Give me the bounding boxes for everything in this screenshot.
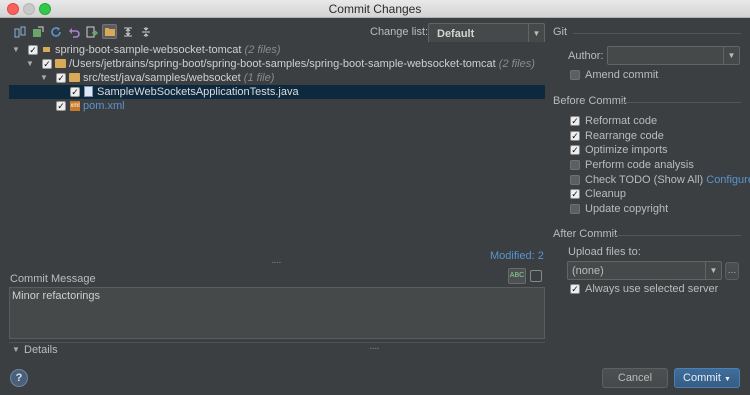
commit-button-label: Commit <box>683 372 721 384</box>
tree-row-module[interactable]: ▼ ✓ spring-boot-sample-websocket-tomcat … <box>9 43 545 57</box>
minimize-window-button[interactable] <box>23 3 35 15</box>
changes-tree[interactable]: ▼ ✓ spring-boot-sample-websocket-tomcat … <box>9 42 545 246</box>
tree-row-file[interactable]: ✓ xml pom.xml <box>9 99 545 113</box>
tree-row-file-selected[interactable]: ✓ SampleWebSocketsApplicationTests.java <box>9 85 545 99</box>
file-name: pom.xml <box>83 100 125 112</box>
changelist-label: Change list: <box>370 26 429 38</box>
details-panel[interactable]: ▼ Details ⠒⠒ <box>9 342 545 356</box>
tree-checkbox[interactable]: ✓ <box>42 59 52 69</box>
checkbox-box[interactable] <box>570 70 580 80</box>
section-divider <box>613 235 741 236</box>
expand-arrow-icon[interactable]: ▼ <box>12 345 20 354</box>
chevron-down-icon: ▼ <box>528 24 544 42</box>
expand-arrow-icon[interactable]: ▼ <box>26 57 34 71</box>
option-label: Cleanup <box>585 188 626 200</box>
tree-checkbox[interactable]: ✓ <box>70 87 80 97</box>
checkbox-box[interactable]: ✓ <box>570 131 580 141</box>
checkbox-box[interactable]: ✓ <box>570 145 580 155</box>
title-bar: Commit Changes <box>0 0 750 18</box>
diff-icon[interactable] <box>12 24 27 39</box>
changelist-select[interactable]: Default ▼ <box>428 23 545 43</box>
expand-all-icon[interactable] <box>120 24 135 39</box>
author-select[interactable]: ▼ <box>607 46 740 65</box>
close-window-button[interactable] <box>7 3 19 15</box>
folder-icon <box>69 73 80 82</box>
folder-icon <box>55 59 66 68</box>
option-label: Check TODO (Show All) <box>585 174 704 186</box>
section-divider <box>620 102 741 103</box>
option-label: Perform code analysis <box>585 159 694 171</box>
option-label: Reformat code <box>585 115 658 127</box>
java-file-icon <box>84 86 93 97</box>
checkbox-box[interactable]: ✓ <box>570 284 580 294</box>
chevron-down-icon: ▼ <box>705 262 721 279</box>
commit-message-label: Commit Message <box>10 273 96 285</box>
commit-button[interactable]: Commit ▼ <box>674 368 740 388</box>
file-name: SampleWebSocketsApplicationTests.java <box>97 86 299 98</box>
tree-checkbox[interactable]: ✓ <box>56 73 66 83</box>
tree-row-directory[interactable]: ▼ ✓ /Users/jetbrains/spring-boot/spring-… <box>9 57 545 71</box>
cancel-button[interactable]: Cancel <box>602 368 668 388</box>
directory-path: /Users/jetbrains/spring-boot/spring-boot… <box>69 58 496 70</box>
upload-server-select[interactable]: (none) ▼ <box>567 261 722 280</box>
spellcheck-icon[interactable]: ABC <box>508 268 526 284</box>
tree-checkbox[interactable]: ✓ <box>56 101 66 111</box>
upload-files-label: Upload files to: <box>568 246 641 258</box>
checkbox-box[interactable] <box>570 204 580 214</box>
subdirectory-path: src/test/java/samples/websocket <box>83 72 241 84</box>
before-commit-title: Before Commit <box>553 95 627 107</box>
option-label: Rearrange code <box>585 130 664 142</box>
changelist-value: Default <box>437 28 475 40</box>
directory-count: (2 files) <box>498 58 535 70</box>
jump-to-source-icon[interactable] <box>84 24 99 39</box>
message-history-icon[interactable] <box>530 270 542 282</box>
chevron-down-icon: ▼ <box>724 376 731 383</box>
xml-file-icon: xml <box>70 101 80 111</box>
collapse-all-icon[interactable] <box>138 24 153 39</box>
git-section: Git <box>553 26 741 40</box>
module-count: (2 files) <box>244 44 281 56</box>
splitter-grip-icon[interactable]: ⠒⠒ <box>369 345 380 354</box>
details-label: Details <box>24 344 58 356</box>
rollback-icon[interactable] <box>66 24 81 39</box>
checkbox-box[interactable]: ✓ <box>570 116 580 126</box>
option-label: Optimize imports <box>585 144 668 156</box>
browse-servers-button[interactable]: … <box>725 262 739 280</box>
configure-link[interactable]: Configure <box>706 174 750 186</box>
git-section-title: Git <box>553 26 568 38</box>
after-commit-title: After Commit <box>553 228 618 240</box>
tree-checkbox[interactable]: ✓ <box>28 45 38 55</box>
after-commit-section: After Commit <box>553 228 741 242</box>
amend-commit-label: Amend commit <box>585 69 659 81</box>
window-title: Commit Changes <box>328 2 422 16</box>
tree-row-subdirectory[interactable]: ▼ ✓ src/test/java/samples/websocket (1 f… <box>9 71 545 85</box>
checkbox-box[interactable] <box>570 175 580 185</box>
option-label: Update copyright <box>585 203 669 215</box>
zoom-window-button[interactable] <box>39 3 51 15</box>
upload-server-value: (none) <box>572 265 604 277</box>
module-name: spring-boot-sample-websocket-tomcat <box>55 44 242 56</box>
expand-arrow-icon[interactable]: ▼ <box>12 43 20 57</box>
before-commit-section: Before Commit <box>553 95 741 109</box>
subdirectory-count: (1 file) <box>243 72 275 84</box>
chevron-down-icon: ▼ <box>723 47 739 64</box>
module-icon <box>41 45 52 54</box>
group-by-directory-icon[interactable] <box>102 24 117 39</box>
changes-toolbar <box>12 24 153 40</box>
move-to-changelist-icon[interactable] <box>30 24 45 39</box>
help-button[interactable]: ? <box>10 369 28 387</box>
expand-arrow-icon[interactable]: ▼ <box>40 71 48 85</box>
checkbox-box[interactable]: ✓ <box>570 189 580 199</box>
refresh-icon[interactable] <box>48 24 63 39</box>
author-label: Author: <box>568 50 604 62</box>
commit-message-input[interactable]: Minor refactorings <box>9 287 545 339</box>
option-label: Always use selected server <box>585 283 719 295</box>
modified-count: Modified: 2 <box>490 250 544 262</box>
option-label-wrap: Check TODO (Show All) Configure <box>585 173 750 187</box>
splitter-grip-icon[interactable]: ⠒⠒ <box>271 259 282 268</box>
section-divider <box>573 33 741 34</box>
checkbox-box[interactable] <box>570 160 580 170</box>
